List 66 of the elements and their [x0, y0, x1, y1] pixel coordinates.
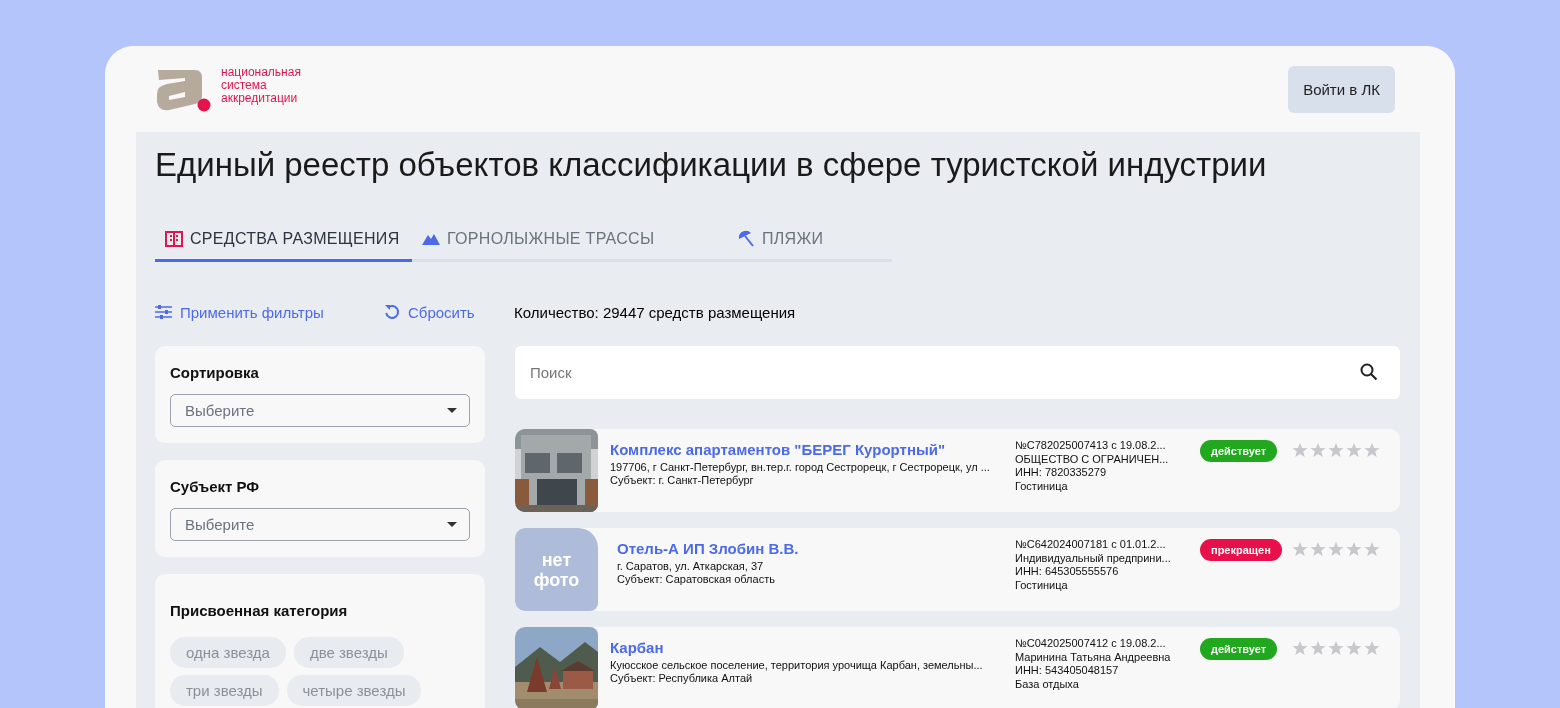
tab[interactable]: ГОРНОЛЫЖНЫЕ ТРАССЫ	[412, 218, 727, 262]
type-text: База отдыха	[1015, 677, 1080, 691]
star-icon	[1364, 442, 1380, 458]
star-icon	[1346, 640, 1362, 656]
caret-icon	[447, 408, 457, 413]
star-icon	[1328, 640, 1344, 656]
result-count: Количество: 29447 средств размещения	[514, 303, 796, 321]
star-icon	[1346, 442, 1362, 458]
owner-text: ОБЩЕСТВО С ОГРАНИЧЕН...	[1015, 452, 1170, 466]
caret-icon	[447, 522, 457, 527]
select-field[interactable]: Выберите	[170, 508, 470, 541]
star-icon	[1310, 541, 1326, 557]
star-icon	[1292, 541, 1308, 557]
search-field[interactable]: Поиск	[515, 346, 1400, 399]
address-text: г. Саратов, ул. Аткарская, 37	[617, 560, 765, 573]
star-icon	[1364, 640, 1380, 656]
page-title: Единый реестр объектов классификации в сфере туристской индустрии	[155, 146, 1268, 184]
star-icon	[1328, 442, 1344, 458]
registry-number: №С042025007412 с 19.08.2...	[1015, 637, 1167, 651]
subject-text: Субъект: Саратовская область	[617, 573, 776, 586]
result-title-link[interactable]: Отель-А ИП Злобин В.В.	[617, 542, 1015, 555]
apply-filters-button[interactable]: Применить фильтры	[155, 303, 384, 321]
registry-number: №С642024007181 с 01.01.2...	[1015, 538, 1167, 552]
category-chip[interactable]: три звезды	[170, 675, 279, 706]
no-photo-label: нет фото	[533, 549, 580, 590]
subject-text: Субъект: г. Санкт-Петербург	[610, 474, 755, 487]
result-title-link[interactable]: Комплекс апартаментов "БЕРЕГ Курортный"	[610, 443, 1015, 456]
reset-icon	[384, 304, 400, 320]
registry-number: №С782025007413 с 19.08.2...	[1015, 439, 1167, 453]
filter-title: Присвоенная категория	[170, 602, 349, 619]
inn-text: ИНН: 645305555576	[1015, 565, 1120, 579]
status-badge: действует	[1200, 638, 1278, 660]
owner-text: Маринина Татьяна Андреевна	[1015, 650, 1172, 664]
inn-text: ИНН: 7820335279	[1015, 466, 1108, 480]
building-icon	[165, 229, 183, 248]
reset-button[interactable]: Сбросить	[384, 303, 514, 321]
category-chip[interactable]: одна звезда	[170, 637, 286, 668]
logo-text: национальная система аккредитации	[221, 66, 301, 105]
star-icon	[1328, 541, 1344, 557]
status-badge: прекращен	[1200, 539, 1282, 561]
star-icon	[1292, 640, 1308, 656]
star-icon	[1310, 442, 1326, 458]
search-icon	[1360, 363, 1378, 381]
category-chip[interactable]: четыре звезды	[286, 675, 422, 706]
category-chip[interactable]: две звезды	[293, 637, 404, 668]
result-title-link[interactable]: Карбан	[610, 641, 1015, 654]
address-text: Куюсское сельское поселение, территория урочища Карбан, земельны...	[610, 659, 984, 672]
inn-text: ИНН: 543405048157	[1015, 664, 1120, 678]
address-text: 197706, г Санкт-Петербург, вн.тер.г. город Сестрорецк, г Сестрорецк, ул ...	[610, 461, 991, 474]
star-icon	[1310, 640, 1326, 656]
owner-text: Индивидуальный предприни...	[1015, 551, 1172, 565]
status-badge: действует	[1200, 440, 1278, 462]
star-icon	[1364, 541, 1380, 557]
star-icon	[1346, 541, 1362, 557]
select-field[interactable]: Выберите	[170, 394, 470, 427]
sliders-icon	[155, 305, 172, 319]
umbrella-icon	[737, 229, 755, 248]
tab[interactable]: СРЕДСТВА РАЗМЕЩЕНИЯ	[155, 218, 412, 262]
filter-title: Субъект РФ	[170, 478, 261, 495]
filter-title: Сортировка	[170, 364, 260, 381]
subject-text: Субъект: Республика Алтай	[610, 672, 754, 685]
tab[interactable]: ПЛЯЖИ	[727, 218, 834, 262]
login-button[interactable]: Войти в ЛК	[1288, 65, 1395, 113]
star-icon	[1292, 442, 1308, 458]
type-text: Гостиница	[1015, 578, 1069, 592]
type-text: Гостиница	[1015, 479, 1069, 493]
